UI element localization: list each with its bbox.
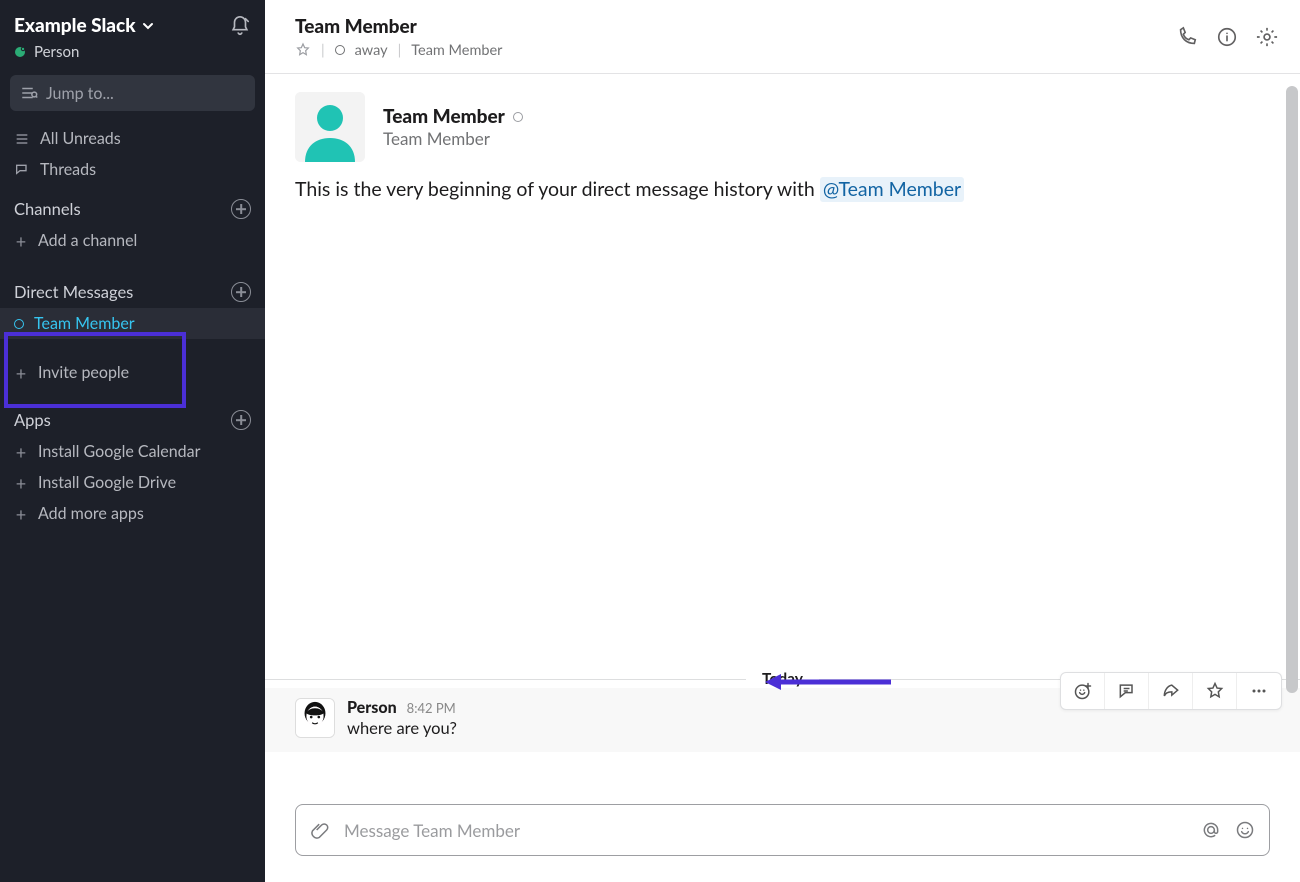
attachment-icon[interactable] xyxy=(310,820,330,840)
message-time: 8:42 PM xyxy=(407,700,456,716)
add-dm-plus-icon[interactable] xyxy=(231,282,251,302)
threads-label: Threads xyxy=(40,160,96,179)
dm-item-team-member[interactable]: Team Member xyxy=(0,308,265,339)
composer-placeholder: Message Team Member xyxy=(344,820,1187,841)
current-user-name: Person xyxy=(34,43,79,61)
main: Team Member | away | Team Member xyxy=(265,0,1300,882)
channel-header: Team Member | away | Team Member xyxy=(265,0,1300,74)
plus-icon: + xyxy=(14,234,28,248)
intro-subtitle: Team Member xyxy=(383,128,523,149)
chevron-down-icon xyxy=(142,20,154,32)
jump-placeholder: Jump to... xyxy=(46,84,114,103)
sidebar-threads[interactable]: Threads xyxy=(0,154,265,185)
channels-header[interactable]: Channels xyxy=(0,185,265,225)
share-button[interactable] xyxy=(1149,673,1193,709)
day-divider-label: Today xyxy=(746,670,819,688)
breadcrumb: Team Member xyxy=(411,42,502,59)
presence-away-icon xyxy=(513,112,523,122)
apps-header[interactable]: Apps xyxy=(0,388,265,436)
app-add-more[interactable]: + Add more apps xyxy=(0,498,265,529)
add-channel-plus-icon[interactable] xyxy=(231,199,251,219)
message-row[interactable]: Person 8:42 PM where are you? xyxy=(265,688,1300,752)
app-label: Install Google Calendar xyxy=(38,442,200,461)
gear-icon[interactable] xyxy=(1256,26,1278,48)
plus-icon: + xyxy=(14,476,28,490)
app-install-gcal[interactable]: + Install Google Calendar xyxy=(0,436,265,467)
jump-to[interactable]: Jump to... xyxy=(10,75,255,111)
sidebar: Example Slack Person Jump to... All Unre… xyxy=(0,0,265,882)
plus-icon: + xyxy=(14,445,28,459)
invite-people-label: Invite people xyxy=(38,363,129,382)
app-install-gdrive[interactable]: + Install Google Drive xyxy=(0,467,265,498)
info-icon[interactable] xyxy=(1216,26,1238,48)
composer-area: Message Team Member xyxy=(265,796,1300,882)
star-icon[interactable] xyxy=(295,42,311,58)
avatar xyxy=(295,92,365,162)
message-author[interactable]: Person xyxy=(347,698,397,717)
add-channel-label: Add a channel xyxy=(38,231,137,250)
conversation-body: Team Member Team Member This is the very… xyxy=(265,74,1300,796)
apps-header-label: Apps xyxy=(14,410,51,430)
emoji-icon[interactable] xyxy=(1235,820,1255,840)
add-reaction-button[interactable] xyxy=(1061,673,1105,709)
current-user-row[interactable]: Person xyxy=(0,41,265,71)
avatar xyxy=(295,698,335,738)
message-text: where are you? xyxy=(347,718,457,738)
add-app-plus-icon[interactable] xyxy=(231,410,251,430)
status-label: away xyxy=(355,42,388,59)
intro-text: This is the very beginning of your direc… xyxy=(295,176,1270,204)
all-unreads-label: All Unreads xyxy=(40,129,121,148)
mention[interactable]: @Team Member xyxy=(820,177,964,202)
plus-icon: + xyxy=(14,507,28,521)
message-actions xyxy=(1060,672,1282,710)
thread-button[interactable] xyxy=(1105,673,1149,709)
channel-title: Team Member xyxy=(295,15,502,38)
presence-active-icon xyxy=(14,46,26,58)
list-icon xyxy=(14,131,30,147)
channels-header-label: Channels xyxy=(14,199,81,219)
add-channel[interactable]: + Add a channel xyxy=(0,225,265,256)
dm-header-label: Direct Messages xyxy=(14,282,133,302)
dm-intro: Team Member Team Member This is the very… xyxy=(265,74,1300,214)
more-actions-button[interactable] xyxy=(1237,673,1281,709)
intro-text-prefix: This is the very beginning of your direc… xyxy=(295,178,820,201)
message-composer[interactable]: Message Team Member xyxy=(295,804,1270,856)
dm-header[interactable]: Direct Messages xyxy=(0,256,265,308)
app-label: Install Google Drive xyxy=(38,473,176,492)
intro-name: Team Member xyxy=(383,105,505,128)
call-icon[interactable] xyxy=(1176,26,1198,48)
presence-away-icon xyxy=(14,319,24,329)
workspace-name: Example Slack xyxy=(14,14,136,37)
dm-item-label: Team Member xyxy=(34,314,135,333)
star-button[interactable] xyxy=(1193,673,1237,709)
plus-icon: + xyxy=(14,366,28,380)
threads-icon xyxy=(14,162,30,178)
invite-people[interactable]: + Invite people xyxy=(0,357,265,388)
jump-icon xyxy=(20,84,38,102)
mention-icon[interactable] xyxy=(1201,820,1221,840)
presence-away-icon xyxy=(335,45,345,55)
scrollbar[interactable] xyxy=(1286,86,1298,792)
sidebar-all-unreads[interactable]: All Unreads xyxy=(0,123,265,154)
app-label: Add more apps xyxy=(38,504,144,523)
workspace-switcher[interactable]: Example Slack xyxy=(14,14,154,37)
scrollbar-thumb[interactable] xyxy=(1286,86,1298,693)
bell-icon[interactable] xyxy=(229,15,251,37)
